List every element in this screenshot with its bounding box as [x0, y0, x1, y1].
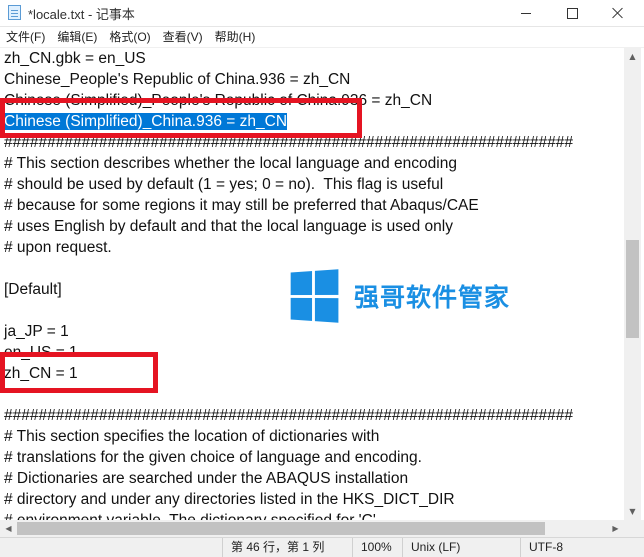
line-text: ########################################…	[4, 407, 573, 424]
status-line-ending: Unix (LF)	[402, 538, 520, 557]
editor-line-selected: Chinese (Simplified)_China.936 = zh_CN	[4, 111, 288, 132]
editor-line: zh_CN.gbk = en_US	[4, 48, 146, 69]
editor-line: Chinese (Simplified)_People's Republic o…	[4, 90, 432, 111]
editor-line: # because for some regions it may still …	[4, 195, 479, 216]
notepad-icon	[8, 5, 21, 20]
line-text: # This section describes whether the loc…	[4, 155, 457, 172]
editor-line: ja_JP = 1	[4, 321, 69, 342]
menu-bar: 文件(F) 编辑(E) 格式(O) 查看(V) 帮助(H)	[0, 27, 644, 48]
editor-line: # uses English by default and that the l…	[4, 216, 453, 237]
minimize-button[interactable]	[503, 0, 549, 26]
editor-line: [Default]	[4, 279, 62, 300]
editor-line: # should be used by default (1 = yes; 0 …	[4, 174, 443, 195]
line-text: Chinese_People's Republic of China.936 =…	[4, 71, 351, 88]
line-text: # directory and under any directories li…	[4, 491, 455, 508]
editor-line: # This section describes whether the loc…	[4, 153, 457, 174]
scroll-left-icon[interactable]: ◀	[0, 520, 17, 537]
line-text: en_US = 1	[4, 344, 78, 361]
title-bar[interactable]: *locale.txt - 记事本	[0, 0, 644, 27]
editor-line: # directory and under any directories li…	[4, 489, 455, 510]
line-text: # should be used by default (1 = yes; 0 …	[4, 176, 444, 193]
editor-line: # Dictionaries are searched under the AB…	[4, 468, 408, 489]
editor-line: ########################################…	[4, 132, 573, 153]
line-text: zh_CN = 1	[4, 365, 78, 382]
scrollbar-corner	[624, 520, 644, 537]
editor-line: # upon request.	[4, 237, 112, 258]
status-encoding: UTF-8	[520, 538, 644, 557]
line-text: # upon request.	[4, 239, 112, 256]
minimize-icon	[521, 12, 531, 14]
editor-line: # translations for the given choice of l…	[4, 447, 422, 468]
line-text: zh_CN.gbk = en_US	[4, 50, 146, 67]
vertical-scrollbar[interactable]: ▲ ▼	[624, 48, 641, 520]
menu-edit[interactable]: 编辑(E)	[51, 27, 103, 47]
status-zoom: 100%	[352, 538, 402, 557]
close-icon	[612, 7, 624, 19]
line-text: # uses English by default and that the l…	[4, 218, 453, 235]
line-text: # because for some regions it may still …	[4, 197, 479, 214]
line-text: # Dictionaries are searched under the AB…	[4, 470, 409, 487]
scroll-down-icon[interactable]: ▼	[624, 503, 641, 520]
editor-line: # environment variable. The dictionary s…	[4, 510, 376, 520]
window-title: *locale.txt - 记事本	[28, 7, 135, 22]
editor-line: en_US = 1	[4, 342, 78, 363]
line-text: Chinese (Simplified)_People's Republic o…	[4, 92, 433, 109]
status-bar: 第 46 行，第 1 列 100% Unix (LF) UTF-8	[0, 537, 644, 557]
maximize-button[interactable]	[549, 0, 595, 26]
menu-help[interactable]: 帮助(H)	[209, 27, 262, 47]
scroll-up-icon[interactable]: ▲	[624, 48, 641, 65]
horizontal-scrollbar[interactable]: ◀ ▶	[0, 520, 624, 537]
menu-view[interactable]: 查看(V)	[157, 27, 209, 47]
line-text: ja_JP = 1	[4, 323, 69, 340]
line-text: # environment variable. The dictionary s…	[4, 512, 376, 520]
editor-line: ########################################…	[4, 405, 573, 426]
vertical-scroll-thumb[interactable]	[626, 240, 639, 338]
menu-format[interactable]: 格式(O)	[103, 27, 156, 47]
horizontal-scroll-thumb[interactable]	[17, 522, 545, 535]
status-position: 第 46 行，第 1 列	[222, 538, 352, 557]
selected-text: Chinese (Simplified)_China.936 = zh_CN	[4, 113, 288, 130]
line-text: [Default]	[4, 281, 62, 298]
line-text: ########################################…	[4, 134, 573, 151]
editor-line: # This section specifies the location of…	[4, 426, 379, 447]
menu-file[interactable]: 文件(F)	[0, 27, 51, 47]
line-text: # translations for the given choice of l…	[4, 449, 422, 466]
editor-line: Chinese_People's Republic of China.936 =…	[4, 69, 350, 90]
text-editor[interactable]: zh_CN.gbk = en_US Chinese_People's Repub…	[0, 48, 624, 520]
line-text: # This section specifies the location of…	[4, 428, 380, 445]
scroll-right-icon[interactable]: ▶	[607, 520, 624, 537]
editor-line: zh_CN = 1	[4, 363, 78, 384]
close-button[interactable]	[595, 0, 641, 26]
maximize-icon	[566, 7, 578, 19]
